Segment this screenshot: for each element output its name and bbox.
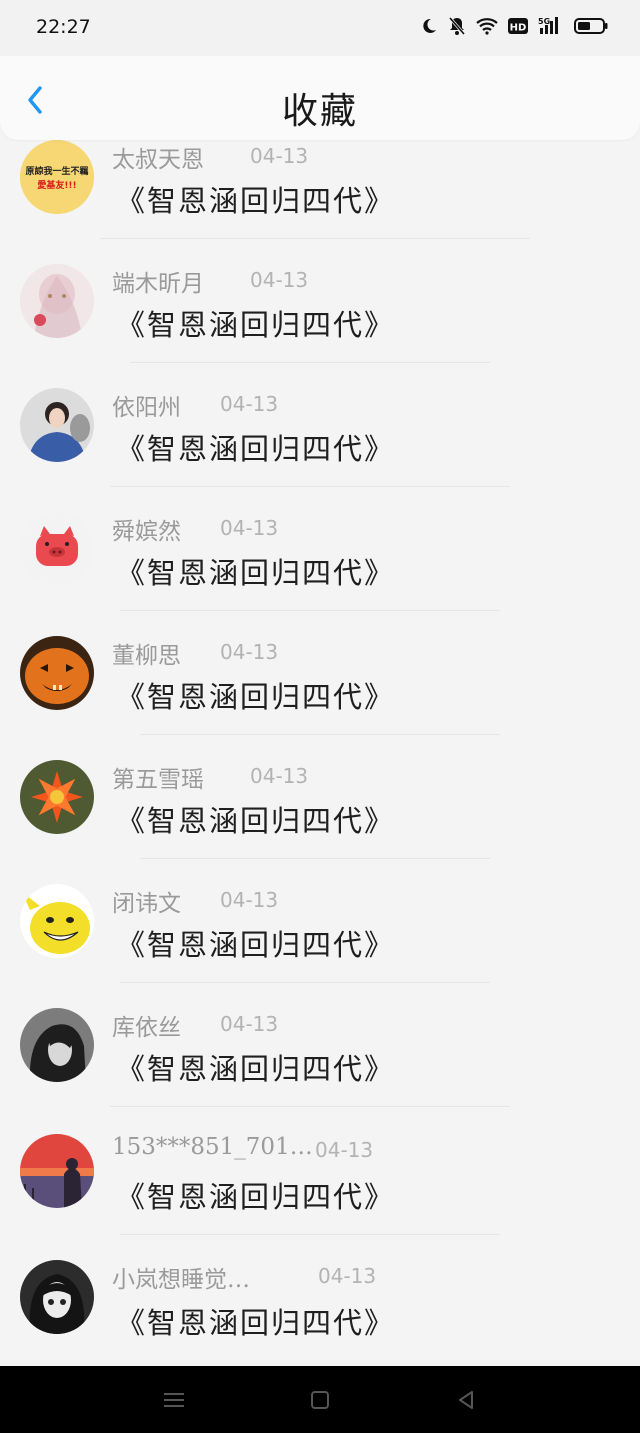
item-time: 04-13: [220, 516, 279, 540]
list-item[interactable]: 库依丝 04-13 《智恩涵回归四代》: [0, 1008, 640, 1132]
avatar[interactable]: [20, 1134, 94, 1208]
status-bar: 22:27 HD 5G: [0, 0, 640, 56]
status-time: 22:27: [36, 16, 91, 38]
battery-icon: [574, 15, 608, 37]
user-name[interactable]: 太叔天恩: [112, 140, 204, 174]
list-item[interactable]: 依阳州 04-13 《智恩涵回归四代》: [0, 388, 640, 512]
item-time: 04-13: [318, 1264, 377, 1288]
avatar[interactable]: [20, 760, 94, 834]
user-name[interactable]: 小岚想睡觉…: [112, 1260, 250, 1294]
user-name[interactable]: 董柳思: [112, 636, 181, 670]
system-nav-bar: [0, 1366, 640, 1433]
user-name[interactable]: 闭讳文: [112, 884, 181, 918]
moon-icon: [420, 15, 438, 37]
home-button[interactable]: [306, 1386, 334, 1414]
avatar[interactable]: [20, 388, 94, 462]
girl-photo-avatar-icon: [20, 388, 94, 462]
back-triangle-icon: [459, 1391, 473, 1409]
svg-text:HD: HD: [510, 23, 527, 34]
divider: [140, 858, 490, 859]
avatar[interactable]: [20, 512, 94, 586]
avatar[interactable]: [20, 884, 94, 958]
item-time: 04-13: [220, 392, 279, 416]
divider: [100, 238, 530, 239]
anime-girl-avatar-icon: [20, 264, 94, 338]
favorites-list: 原諒我一生不羈 愛基友!!! 太叔天恩 04-13 《智恩涵回归四代》 端木昕月…: [0, 140, 640, 1366]
avatar[interactable]: 原諒我一生不羈 愛基友!!!: [20, 140, 94, 214]
divider: [120, 1234, 500, 1235]
item-content[interactable]: 《智恩涵回归四代》: [116, 922, 395, 964]
svg-text:5G: 5G: [538, 17, 550, 26]
item-time: 04-13: [250, 764, 309, 788]
divider: [120, 610, 500, 611]
signal-5g-icon: 5G: [538, 15, 564, 37]
item-content[interactable]: 《智恩涵回归四代》: [116, 1046, 395, 1088]
user-name[interactable]: 舜嫔然: [112, 512, 181, 546]
avatar[interactable]: [20, 264, 94, 338]
menu-button[interactable]: [160, 1386, 188, 1414]
item-time: 04-13: [220, 1012, 279, 1036]
wifi-icon: [476, 15, 498, 37]
text-badge-avatar-icon: 原諒我一生不羈 愛基友!!!: [20, 140, 94, 214]
pumpkin-avatar-icon: [20, 636, 94, 710]
item-content[interactable]: 《智恩涵回归四代》: [116, 1300, 395, 1342]
user-name[interactable]: 端木昕月: [112, 264, 204, 298]
list-item[interactable]: 端木昕月 04-13 《智恩涵回归四代》: [0, 264, 640, 388]
avatar-caption-2: 愛基友!!!: [37, 179, 76, 191]
user-name[interactable]: 依阳州: [112, 388, 181, 422]
anime-dark-avatar-icon: [20, 1260, 94, 1334]
user-name[interactable]: 库依丝: [112, 1008, 181, 1042]
header: 收藏: [0, 56, 640, 140]
pig-avatar-icon: [20, 512, 94, 586]
list-item[interactable]: 小岚想睡觉… 04-13 《智恩涵回归四代》: [0, 1260, 640, 1366]
item-content[interactable]: 《智恩涵回归四代》: [116, 550, 395, 592]
user-name[interactable]: 第五雪瑶: [112, 760, 204, 794]
item-content[interactable]: 《智恩涵回归四代》: [116, 1174, 395, 1216]
item-time: 04-13: [250, 268, 309, 292]
divider: [130, 362, 490, 363]
bell-muted-icon: [448, 15, 466, 37]
menu-icon: [164, 1393, 184, 1407]
bw-girl-avatar-icon: [20, 1008, 94, 1082]
avatar-caption-1: 原諒我一生不羈: [25, 165, 88, 177]
pikachu-avatar-icon: [20, 884, 94, 958]
list-item[interactable]: 闭讳文 04-13 《智恩涵回归四代》: [0, 884, 640, 1008]
avatar[interactable]: [20, 1260, 94, 1334]
item-content[interactable]: 《智恩涵回归四代》: [116, 674, 395, 716]
list-item[interactable]: 原諒我一生不羈 愛基友!!! 太叔天恩 04-13 《智恩涵回归四代》: [0, 140, 640, 264]
list-item[interactable]: 舜嫔然 04-13 《智恩涵回归四代》: [0, 512, 640, 636]
item-content[interactable]: 《智恩涵回归四代》: [116, 302, 395, 344]
avatar[interactable]: [20, 1008, 94, 1082]
home-square-icon: [311, 1391, 329, 1409]
page-title: 收藏: [281, 91, 358, 132]
item-content[interactable]: 《智恩涵回归四代》: [116, 178, 395, 220]
flower-avatar-icon: [20, 760, 94, 834]
item-time: 04-13: [220, 640, 279, 664]
item-time: 04-13: [315, 1138, 374, 1162]
hd-icon: HD: [508, 15, 528, 37]
item-content[interactable]: 《智恩涵回归四代》: [116, 798, 395, 840]
divider: [140, 734, 500, 735]
item-time: 04-13: [220, 888, 279, 912]
status-icons: HD 5G: [420, 15, 608, 37]
divider: [110, 486, 510, 487]
back-nav-button[interactable]: [452, 1386, 480, 1414]
divider: [120, 982, 490, 983]
avatar[interactable]: [20, 636, 94, 710]
item-time: 04-13: [250, 144, 309, 168]
item-content[interactable]: 《智恩涵回归四代》: [116, 426, 395, 468]
user-name[interactable]: 153***851_701…: [112, 1134, 313, 1160]
divider: [110, 1106, 510, 1107]
sunset-avatar-icon: [20, 1134, 94, 1208]
list-item[interactable]: 153***851_701… 04-13 《智恩涵回归四代》: [0, 1134, 640, 1258]
list-item[interactable]: 第五雪瑶 04-13 《智恩涵回归四代》: [0, 760, 640, 884]
list-item[interactable]: 董柳思 04-13 《智恩涵回归四代》: [0, 636, 640, 760]
